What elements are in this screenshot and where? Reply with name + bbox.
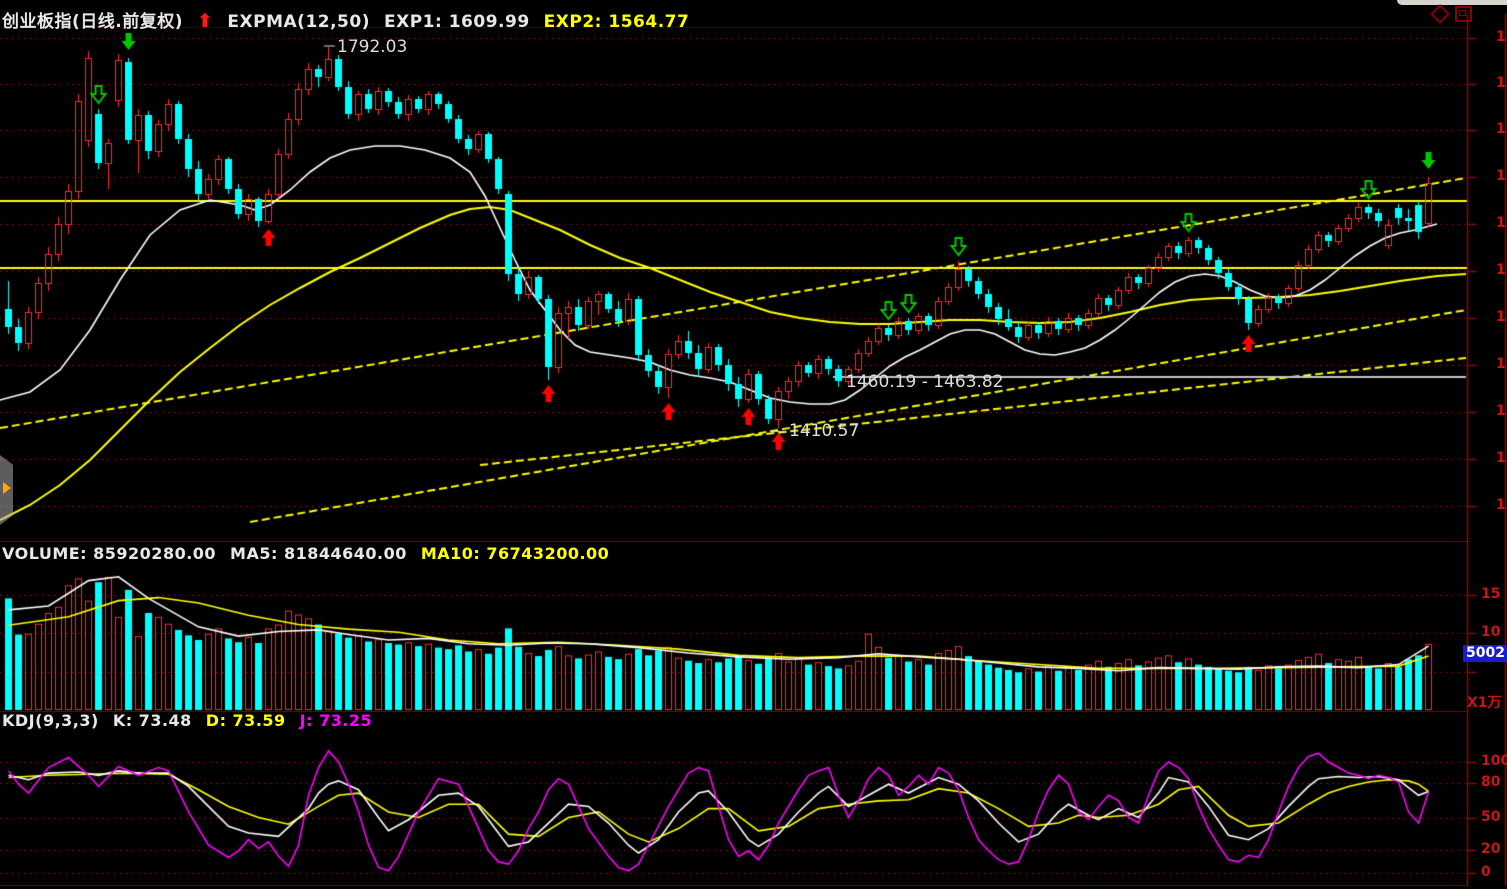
- price-axis-label: 1: [1496, 309, 1506, 325]
- kdj-d-value: D: 73.59: [206, 711, 286, 730]
- kdj-axis-label: 20: [1481, 841, 1500, 857]
- kdj-axis-label: 80: [1481, 774, 1500, 790]
- price-axis-label: 1: [1496, 450, 1506, 466]
- price-axis-label: 1: [1496, 75, 1506, 91]
- indicator-label[interactable]: EXPMA(12,50): [227, 12, 370, 32]
- volume-axis-label: 15: [1481, 586, 1500, 602]
- exp2-value: EXP2: 1564.77: [544, 12, 690, 32]
- volume-value: VOLUME: 85920280.00: [2, 544, 216, 563]
- kdj-axis-label: 0: [1481, 864, 1491, 880]
- low-price-annotation: 1410.57: [789, 421, 859, 441]
- current-volume-axis-badge: 5002: [1463, 645, 1507, 662]
- trading-app-window: { "header": { "title": "创业板指(日线.前复权)", "…: [0, 0, 1507, 889]
- price-axis-label: 1: [1496, 356, 1506, 372]
- price-axis-label: 1: [1496, 121, 1506, 137]
- titlebar-fragment: [1397, 0, 1507, 5]
- volume-pane-header: VOLUME: 85920280.00 MA5: 81844640.00 MA10:…: [2, 544, 623, 563]
- price-axis-label: 1: [1496, 403, 1506, 419]
- volume-axis-label: 10: [1481, 624, 1500, 640]
- exp1-value: EXP1: 1609.99: [384, 12, 530, 32]
- volume-unit-label: X1万: [1467, 692, 1502, 712]
- price-axis-label: 1: [1496, 497, 1506, 513]
- sidebar-expand-tab[interactable]: [0, 455, 13, 525]
- price-axis-label: 1: [1496, 168, 1506, 184]
- gap-range-annotation: 1460.19 - 1463.82: [846, 372, 1004, 392]
- instrument-title: 创业板指(日线.前复权): [2, 12, 183, 32]
- price-axis-label: 1: [1496, 29, 1506, 45]
- restore-window-icon[interactable]: [1455, 6, 1472, 22]
- kdj-axis-label: 50: [1481, 809, 1500, 825]
- kdj-pane-header: KDJ(9,3,3) K: 73.48 D: 73.59 J: 73.25: [2, 711, 386, 730]
- kdj-title[interactable]: KDJ(9,3,3): [2, 711, 99, 730]
- kdj-axis-label: 100: [1481, 753, 1507, 769]
- price-axis-label: 1: [1496, 215, 1506, 231]
- volume-ma10-value: MA10: 76743200.00: [421, 544, 609, 563]
- peak-price-annotation: 1792.03: [337, 37, 407, 57]
- up-arrow-icon: ⬆: [197, 10, 213, 32]
- main-chart-header: 创业板指(日线.前复权) ⬆ EXPMA(12,50) EXP1: 1609.99 EX…: [2, 7, 703, 32]
- kdj-k-value: K: 73.48: [113, 711, 192, 730]
- chart-canvas[interactable]: [0, 0, 1507, 889]
- volume-ma5-value: MA5: 81844640.00: [230, 544, 407, 563]
- expand-arrow-icon: [3, 482, 11, 494]
- kdj-j-value: J: 73.25: [300, 711, 373, 730]
- price-axis-label: 1: [1496, 262, 1506, 278]
